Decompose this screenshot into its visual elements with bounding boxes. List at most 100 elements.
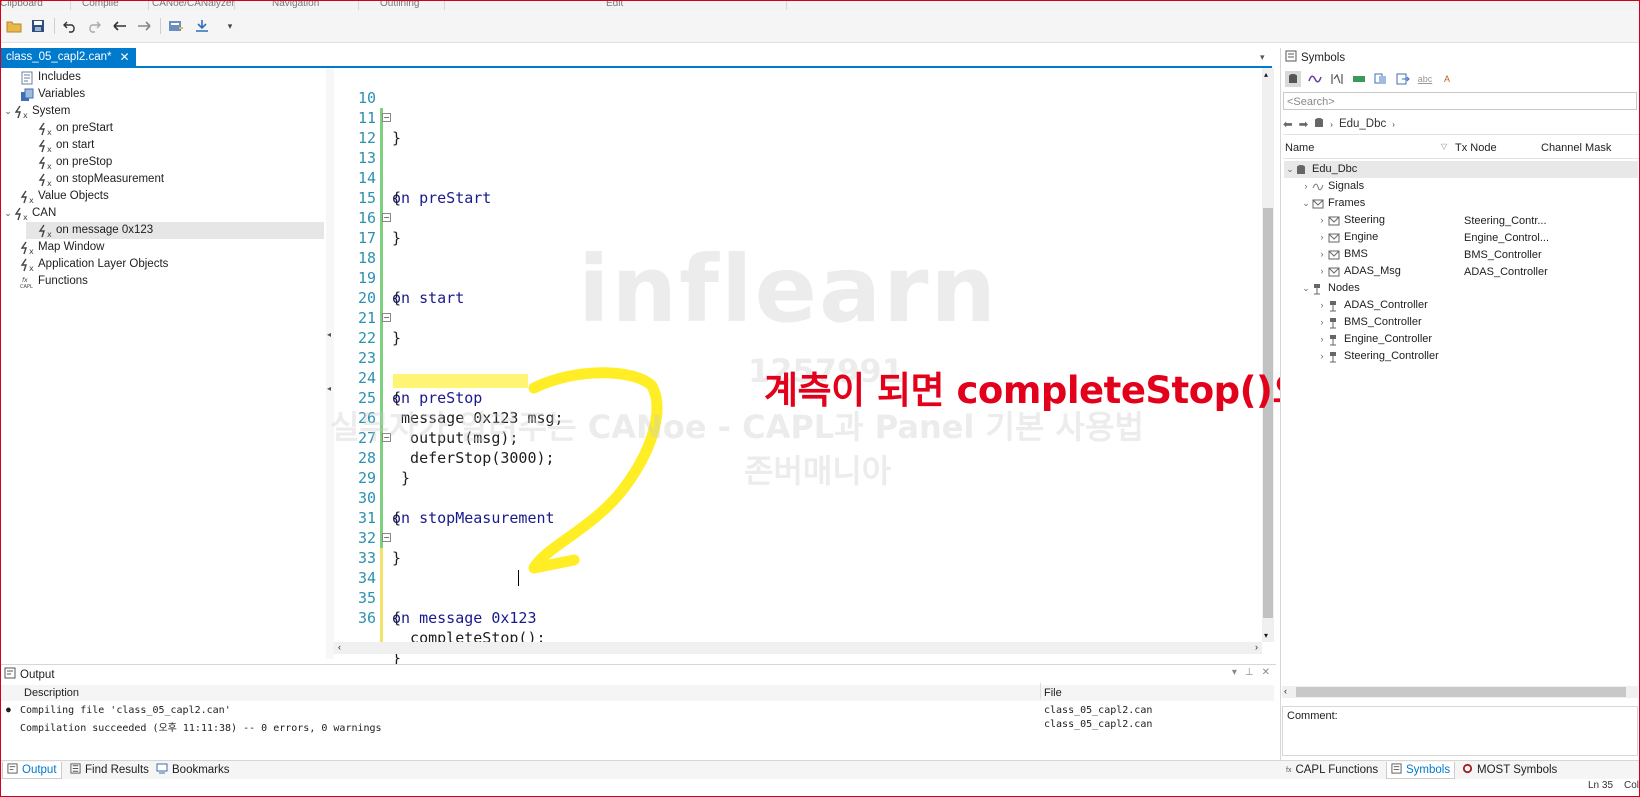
download-icon[interactable] bbox=[194, 18, 210, 34]
symbol-tree-item[interactable]: › Steering_Controller bbox=[1316, 348, 1439, 365]
fold-toggle-icon[interactable]: − bbox=[382, 313, 391, 322]
symbol-tree-item[interactable]: › Engine bbox=[1316, 229, 1379, 246]
save-icon[interactable] bbox=[30, 18, 46, 34]
chevron-down-icon[interactable]: ⌄ bbox=[1284, 161, 1296, 178]
splitter[interactable]: ◂ ◂ bbox=[326, 68, 334, 659]
collapse-left-icon[interactable]: ◂ bbox=[327, 384, 331, 393]
insert-icon[interactable] bbox=[168, 18, 184, 34]
chevron-down-icon[interactable]: ⌄ bbox=[1300, 195, 1312, 212]
forward-icon[interactable] bbox=[136, 18, 152, 34]
chevron-down-icon[interactable]: ⌄ bbox=[2, 103, 14, 120]
filter-icon[interactable]: ▽ bbox=[1441, 142, 1447, 151]
abc-icon[interactable]: abc bbox=[1417, 71, 1433, 87]
tree-item-can[interactable]: ⌄ x CAN bbox=[2, 205, 56, 222]
symbol-tree-item[interactable]: › ADAS_Controller bbox=[1316, 297, 1428, 314]
column-header-channel-mask[interactable]: Channel Mask bbox=[1541, 142, 1611, 154]
tree-item-value-objects[interactable]: x Value Objects bbox=[8, 188, 109, 205]
export-icon[interactable] bbox=[1395, 71, 1411, 87]
symbol-tree-item[interactable]: › Steering bbox=[1316, 212, 1385, 229]
sort-icon[interactable]: A bbox=[1439, 71, 1455, 87]
column-header-file[interactable]: File bbox=[1044, 687, 1062, 699]
back-icon[interactable]: ⬅ bbox=[1283, 117, 1293, 131]
tree-item-functions[interactable]: fx CAPL Functions bbox=[8, 273, 88, 290]
tree-item-system[interactable]: ⌄ x System bbox=[2, 103, 70, 120]
close-icon[interactable]: ✕ bbox=[120, 50, 130, 64]
chevron-right-icon[interactable]: › bbox=[1316, 297, 1328, 314]
symbol-tree-item[interactable]: ⌄ Nodes bbox=[1300, 280, 1360, 297]
tree-item-on-start[interactable]: x on start bbox=[26, 137, 94, 154]
column-header-description[interactable]: Description bbox=[24, 687, 79, 699]
tree-item-variables[interactable]: Variables bbox=[8, 86, 85, 103]
tree-item-on-stopmeasurement[interactable]: x on stopMeasurement bbox=[26, 171, 164, 188]
fold-toggle-icon[interactable]: − bbox=[382, 433, 391, 442]
open-folder-icon[interactable] bbox=[6, 18, 22, 34]
scroll-left-icon[interactable]: ‹ bbox=[1284, 686, 1287, 696]
tree-item-on-message-0x123[interactable]: x on message 0x123 bbox=[26, 222, 324, 239]
editor-vertical-scrollbar[interactable]: ▴ ▾ bbox=[1262, 68, 1274, 642]
scroll-right-icon[interactable]: › bbox=[1255, 642, 1258, 652]
chevron-right-icon[interactable]: › bbox=[1300, 178, 1312, 195]
document-tab[interactable]: class_05_capl2.can* ✕ bbox=[0, 48, 136, 66]
tab-most-symbols[interactable]: MOST Symbols bbox=[1458, 762, 1561, 778]
tree-item-on-prestart[interactable]: x on preStart bbox=[26, 120, 113, 137]
chevron-down-icon[interactable]: ⌄ bbox=[2, 205, 14, 222]
tab-output[interactable]: Output bbox=[2, 762, 62, 779]
pin-icon[interactable]: ⊥ bbox=[1245, 667, 1254, 678]
chevron-right-icon[interactable]: › bbox=[1316, 246, 1328, 263]
tree-item-map-window[interactable]: x Map Window bbox=[8, 239, 104, 256]
output-row[interactable]: Compilation succeeded (오후 11:11:38) -- 0… bbox=[0, 719, 1274, 734]
chevron-right-icon[interactable]: › bbox=[1316, 212, 1328, 229]
function-block-icon[interactable] bbox=[1329, 71, 1345, 87]
back-icon[interactable] bbox=[112, 18, 128, 34]
symbol-tree-item[interactable]: › BMS_Controller bbox=[1316, 314, 1422, 331]
chevron-right-icon[interactable]: › bbox=[1316, 263, 1328, 280]
symbols-search-input[interactable]: <Search> bbox=[1283, 92, 1637, 110]
chevron-down-icon[interactable]: ⌄ bbox=[1300, 280, 1312, 297]
tab-symbols[interactable]: Symbols bbox=[1386, 762, 1456, 779]
symbol-tree-item[interactable]: ⌄ Frames bbox=[1300, 195, 1365, 212]
undo-icon[interactable] bbox=[62, 18, 78, 34]
scrollbar-thumb[interactable] bbox=[1296, 687, 1626, 697]
code-editor[interactable]: 10 } 11 12 − on preStart 13 { 14 15 } 16… bbox=[334, 68, 1258, 667]
symbols-horizontal-scrollbar[interactable]: ‹ bbox=[1282, 686, 1638, 698]
column-header-tx-node[interactable]: Tx Node bbox=[1455, 142, 1497, 154]
scroll-up-icon[interactable]: ▴ bbox=[1264, 70, 1268, 79]
symbol-tree-item[interactable]: › Engine_Controller bbox=[1316, 331, 1432, 348]
tab-capl-functions[interactable]: fx CAPL Functions bbox=[1282, 762, 1382, 778]
close-icon[interactable]: ✕ bbox=[1262, 667, 1270, 678]
chevron-right-icon[interactable]: › bbox=[1316, 229, 1328, 246]
tree-item-label: Includes bbox=[38, 71, 81, 83]
includes-icon bbox=[20, 71, 38, 85]
scroll-down-icon[interactable]: ▾ bbox=[1264, 631, 1268, 640]
breadcrumb-item[interactable]: Edu_Dbc bbox=[1339, 118, 1386, 130]
symbol-tree-item[interactable]: › Signals bbox=[1300, 178, 1365, 195]
signal-wave-icon[interactable] bbox=[1307, 71, 1323, 87]
column-header-name[interactable]: Name bbox=[1285, 142, 1314, 154]
system-var-icon[interactable] bbox=[1373, 71, 1389, 87]
chevron-right-icon[interactable]: › bbox=[1316, 348, 1328, 365]
scroll-left-icon[interactable]: ‹ bbox=[338, 642, 341, 652]
tab-list-dropdown-icon[interactable]: ▾ bbox=[1260, 52, 1265, 63]
tree-item-application-layer-objects[interactable]: x Application Layer Objects bbox=[8, 256, 168, 273]
tab-find-results[interactable]: Find Results bbox=[66, 762, 153, 778]
chevron-right-icon[interactable]: › bbox=[1316, 331, 1328, 348]
symbol-tree-item[interactable]: › BMS bbox=[1316, 246, 1368, 263]
chevron-right-icon[interactable]: › bbox=[1316, 314, 1328, 331]
overflow-icon[interactable]: ▾ bbox=[222, 18, 238, 34]
output-row[interactable]: ● Compiling file 'class_05_capl2.can' cl… bbox=[0, 705, 1274, 719]
forward-icon[interactable]: ➡ bbox=[1299, 117, 1309, 131]
fold-toggle-icon[interactable]: − bbox=[382, 113, 391, 122]
tree-item-on-prestop[interactable]: x on preStop bbox=[26, 154, 112, 171]
tree-item-includes[interactable]: Includes bbox=[8, 69, 81, 86]
tab-bookmarks[interactable]: Bookmarks bbox=[152, 762, 234, 778]
dropdown-icon[interactable]: ▾ bbox=[1232, 667, 1237, 678]
redo-icon[interactable] bbox=[86, 18, 102, 34]
database-icon[interactable] bbox=[1285, 71, 1301, 87]
symbol-tree-item[interactable]: ⌄ Edu_Dbc bbox=[1284, 161, 1638, 178]
fold-toggle-icon[interactable]: − bbox=[382, 533, 391, 542]
editor-horizontal-scrollbar[interactable]: ‹ › bbox=[334, 642, 1262, 654]
collapse-left-icon[interactable]: ◂ bbox=[327, 330, 331, 339]
env-var-icon[interactable] bbox=[1351, 71, 1367, 87]
symbol-tree-item[interactable]: › ADAS_Msg bbox=[1316, 263, 1401, 280]
fold-toggle-icon[interactable]: − bbox=[382, 213, 391, 222]
